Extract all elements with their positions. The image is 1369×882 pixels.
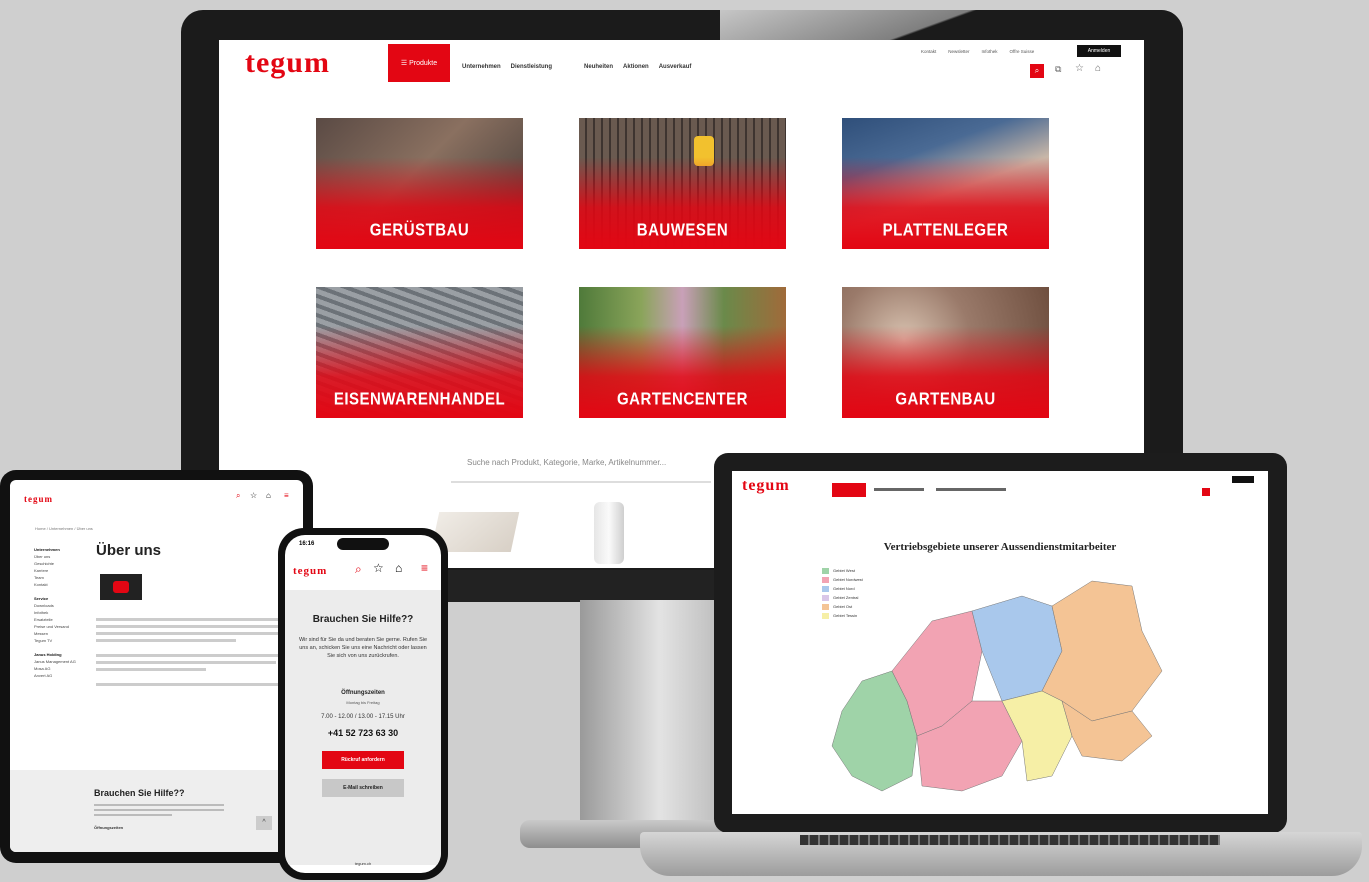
- star-icon[interactable]: ☆: [1075, 63, 1084, 74]
- sidebar-group-title: Janus Holding: [34, 652, 62, 657]
- page-title: Über uns: [96, 542, 162, 559]
- laptop-keyboard: [800, 835, 1220, 845]
- search-icon[interactable]: ⌕: [236, 491, 240, 501]
- util-infothek[interactable]: Infothek: [982, 49, 998, 54]
- help-panel: Brauchen Sie Hilfe?? Wir sind für Sie da…: [285, 590, 441, 865]
- util-kontakt[interactable]: Kontakt: [921, 49, 936, 54]
- logo-text: tegum: [245, 46, 330, 79]
- sidebar-item[interactable]: Karriere: [34, 568, 48, 573]
- tablet-screen: tegum ⌕ ☆ ⌂ ≡ Home / Unternehmen / Über …: [10, 480, 303, 852]
- dynamic-island: [337, 538, 389, 550]
- about-text: [96, 618, 296, 686]
- nav-neuheiten[interactable]: Neuheiten: [584, 64, 613, 70]
- utility-nav: Kontakt Newsletter Infothek Offre Suisse: [921, 49, 1034, 54]
- category-label: EISENWARENHANDEL: [333, 389, 506, 410]
- products-menu-button[interactable]: ☰ Produkte: [388, 44, 450, 82]
- sidebar-item[interactable]: Downloads: [34, 603, 54, 608]
- phone-number[interactable]: +41 52 723 63 30: [285, 728, 441, 738]
- sidebar-group-title: Service: [34, 596, 49, 601]
- nav-aktionen[interactable]: Aktionen: [623, 64, 649, 70]
- sidebar-item[interactable]: Über uns: [34, 554, 50, 559]
- sidebar-item[interactable]: Kontakt: [34, 582, 48, 587]
- login-button[interactable]: Anmelden: [1077, 45, 1121, 57]
- cart-icon[interactable]: ⌂: [395, 561, 402, 575]
- breadcrumb: Home / Unternehmen / Über uns: [35, 526, 93, 531]
- hours-time: 7.00 - 12.00 / 13.00 - 17.15 Uhr: [321, 714, 405, 720]
- status-time: 16:16: [299, 541, 315, 547]
- help-title: Brauchen Sie Hilfe??: [94, 788, 185, 798]
- map-title: Vertriebsgebiete unserer Aussendienstmit…: [883, 541, 1117, 553]
- sidebar-item[interactable]: Preise und Versand: [34, 624, 69, 629]
- search-input[interactable]: Suche nach Produkt, Kategorie, Marke, Ar…: [467, 458, 666, 467]
- category-tile-geruestbau[interactable]: GERÜSTBAU: [316, 118, 523, 249]
- hours-label: Öffnungszeiten: [94, 825, 124, 830]
- callback-button[interactable]: Rückruf anfordern: [322, 751, 404, 769]
- search-icon[interactable]: ⌕: [1030, 64, 1044, 78]
- switzerland-map: [831, 580, 1163, 792]
- scroll-top-button[interactable]: ^: [256, 816, 272, 830]
- nav-links: [936, 488, 1006, 491]
- help-text: [94, 804, 224, 816]
- category-tile-gartenbau[interactable]: GARTENBAU: [842, 287, 1049, 418]
- category-tile-bauwesen[interactable]: BAUWESEN: [579, 118, 786, 249]
- category-label: BAUWESEN: [636, 220, 729, 241]
- sidebar-item[interactable]: Tegum TV: [34, 638, 52, 643]
- compare-icon[interactable]: ⧉: [1055, 64, 1061, 75]
- sidebar-item[interactable]: Messen: [34, 631, 48, 636]
- email-button[interactable]: E-Mail schreiben: [322, 779, 404, 797]
- products-menu-button[interactable]: [832, 483, 866, 497]
- menu-icon[interactable]: ≡: [284, 491, 289, 500]
- util-newsletter[interactable]: Newsletter: [948, 49, 969, 54]
- sidebar-group-title: Unternehmen: [34, 547, 60, 552]
- laptop-logo[interactable]: tegum: [742, 477, 790, 495]
- sidebar-item[interactable]: Team: [34, 575, 44, 580]
- search-underline: [451, 481, 711, 483]
- url-bar[interactable]: tegum.ch: [285, 861, 441, 866]
- search-icon[interactable]: ⌕: [355, 562, 362, 577]
- play-icon: [113, 581, 129, 593]
- tablet-logo[interactable]: tegum: [24, 494, 53, 504]
- sidebar-item[interactable]: Anvert AG: [34, 673, 52, 678]
- imac-logo[interactable]: tegum: [245, 46, 330, 80]
- hours-days: Montag bis Freitag: [346, 700, 380, 705]
- sidebar-item[interactable]: Infothek: [34, 610, 48, 615]
- sidebar-item[interactable]: Janus Management AG: [34, 659, 76, 664]
- product-thumb[interactable]: [594, 502, 624, 564]
- imac-header: tegum ☰ Produkte Unternehmen Dienstleist…: [219, 40, 1144, 87]
- sidebar-item[interactable]: Ersatzteile: [34, 617, 53, 622]
- main-nav: Unternehmen Dienstleistung Neuheiten Akt…: [462, 64, 691, 70]
- tablet-sidebar: Unternehmen Über uns Geschichte Karriere…: [34, 546, 94, 679]
- nav-unternehmen[interactable]: Unternehmen: [462, 64, 501, 70]
- phone-logo[interactable]: tegum: [293, 565, 327, 577]
- category-tile-eisenwarenhandel[interactable]: EISENWARENHANDEL: [316, 287, 523, 418]
- category-tile-plattenleger[interactable]: PLATTENLEGER: [842, 118, 1049, 249]
- category-tile-gartencenter[interactable]: GARTENCENTER: [579, 287, 786, 418]
- cart-icon[interactable]: ⌂: [266, 491, 271, 500]
- nav-ausverkauf[interactable]: Ausverkauf: [659, 64, 692, 70]
- hours-label: Öffnungszeiten: [341, 690, 385, 696]
- sidebar-item[interactable]: Mosa AG: [34, 666, 50, 671]
- category-label: GARTENBAU: [895, 389, 996, 410]
- help-text: Wir sind für Sie da und beraten Sie gern…: [298, 637, 428, 659]
- star-icon[interactable]: ☆: [373, 561, 384, 575]
- help-title: Brauchen Sie Hilfe??: [312, 614, 414, 625]
- nav-links: [874, 488, 924, 491]
- menu-icon[interactable]: ≡: [421, 561, 428, 575]
- category-label: GARTENCENTER: [616, 389, 748, 410]
- star-icon[interactable]: ☆: [250, 491, 257, 500]
- category-label: GERÜSTBAU: [369, 220, 470, 241]
- search-icon[interactable]: [1202, 488, 1210, 496]
- login-button[interactable]: [1232, 476, 1254, 483]
- laptop-screen: tegum Vertriebsgebiete unserer Aussendie…: [732, 471, 1268, 814]
- category-label: PLATTENLEGER: [882, 220, 1009, 241]
- phone-screen: 16:16 tegum ⌕ ☆ ⌂ ≡ Brauchen Sie Hilfe??…: [285, 535, 441, 873]
- nav-dienstleistung[interactable]: Dienstleistung: [511, 64, 552, 70]
- util-offre[interactable]: Offre Suisse: [1010, 49, 1035, 54]
- sidebar-item[interactable]: Geschichte: [34, 561, 54, 566]
- cart-icon[interactable]: ⌂: [1095, 63, 1101, 74]
- help-section: Brauchen Sie Hilfe?? Öffnungszeiten ^: [10, 770, 303, 852]
- video-thumbnail[interactable]: [100, 574, 142, 600]
